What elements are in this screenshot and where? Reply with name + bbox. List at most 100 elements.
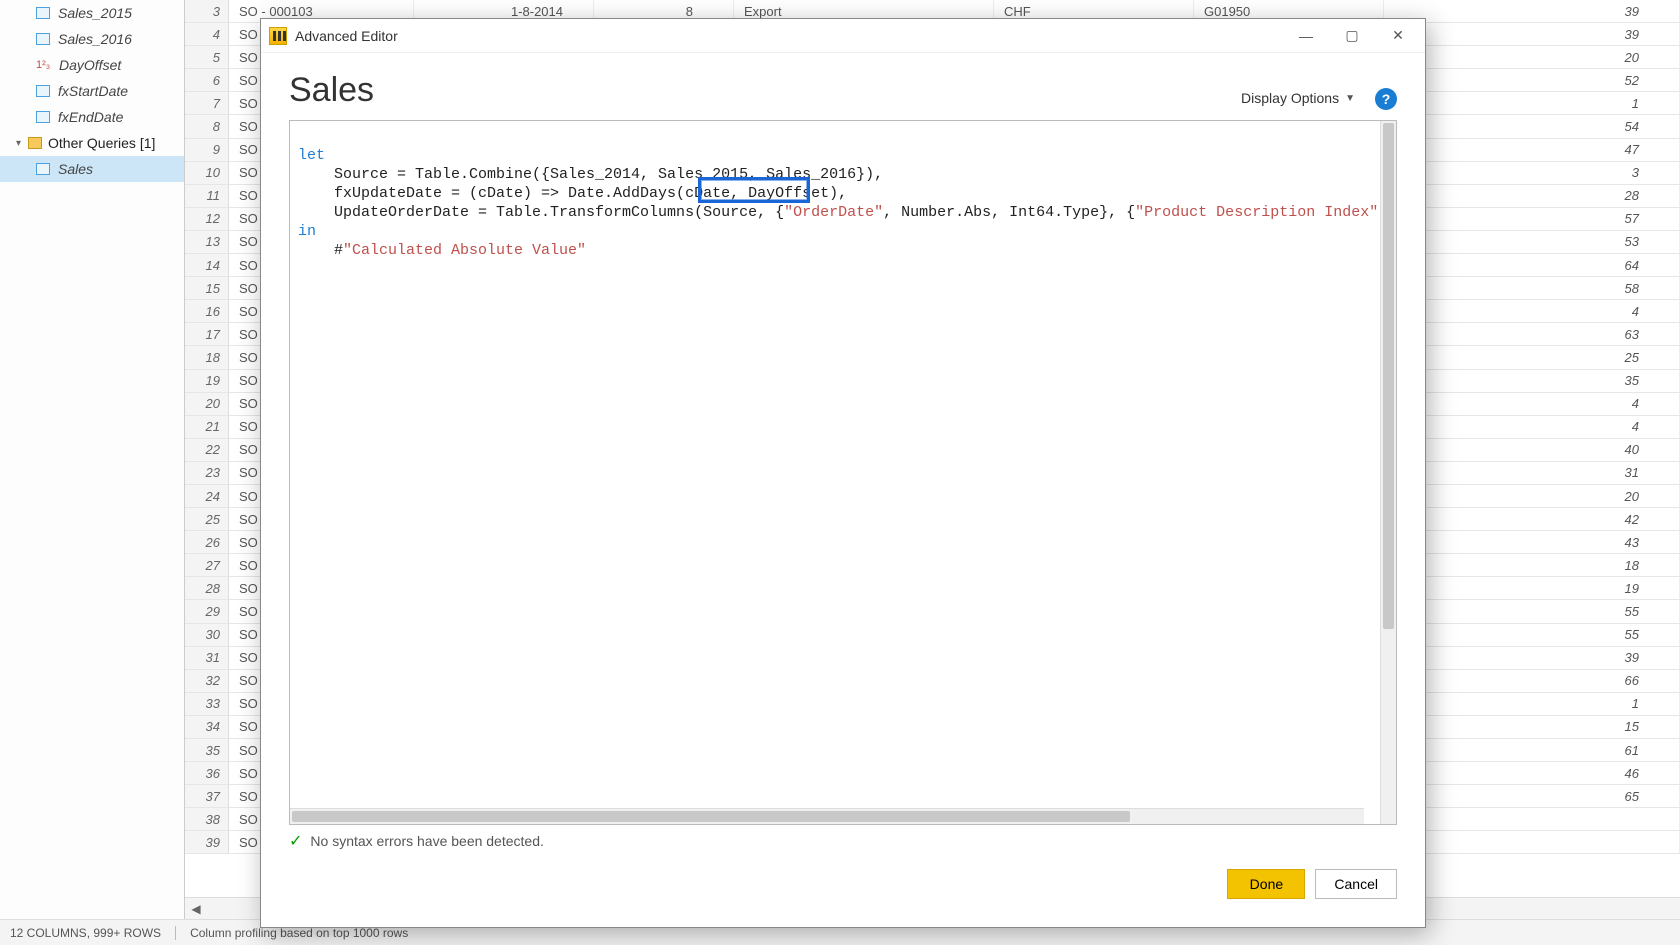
folder-icon <box>28 137 42 149</box>
done-button[interactable]: Done <box>1227 869 1305 899</box>
syntax-status: ✓ No syntax errors have been detected. <box>289 825 1397 855</box>
cell-num: 55 <box>1384 624 1680 646</box>
row-number: 28 <box>185 577 229 599</box>
row-number: 33 <box>185 693 229 715</box>
cell-num <box>1384 808 1680 830</box>
dialog-title: Advanced Editor <box>295 28 398 44</box>
cell-num: 20 <box>1384 46 1680 68</box>
chevron-down-icon: ▾ <box>16 138 26 149</box>
row-number: 21 <box>185 416 229 438</box>
cell-num: 40 <box>1384 439 1680 461</box>
row-number: 39 <box>185 831 229 853</box>
code-text: # <box>298 242 343 259</box>
chevron-down-icon: ▼ <box>1345 93 1355 104</box>
query-item-selected[interactable]: Sales <box>0 156 184 182</box>
check-icon: ✓ <box>289 831 302 851</box>
cell-num: 1 <box>1384 92 1680 114</box>
number-icon: 1²₃ <box>36 59 51 71</box>
row-number: 24 <box>185 485 229 507</box>
query-item[interactable]: Sales_2016 <box>0 26 184 52</box>
row-number: 22 <box>185 439 229 461</box>
row-number: 3 <box>185 0 229 22</box>
cell-num: 64 <box>1384 254 1680 276</box>
query-label: DayOffset <box>59 57 121 73</box>
cell-num: 55 <box>1384 600 1680 622</box>
code-keyword: in <box>298 223 316 240</box>
query-item[interactable]: Sales_2015 <box>0 0 184 26</box>
query-group[interactable]: ▾ Other Queries [1] <box>0 130 184 156</box>
row-number: 38 <box>185 808 229 830</box>
cell-num: 4 <box>1384 300 1680 322</box>
cell-num: 39 <box>1384 0 1680 22</box>
row-number: 5 <box>185 46 229 68</box>
row-number: 23 <box>185 462 229 484</box>
query-group-label: Other Queries [1] <box>48 135 155 151</box>
query-name-heading: Sales <box>289 71 1235 110</box>
row-number: 20 <box>185 393 229 415</box>
row-number: 34 <box>185 716 229 738</box>
row-number: 16 <box>185 300 229 322</box>
help-icon[interactable]: ? <box>1375 88 1397 110</box>
cell-num: 15 <box>1384 716 1680 738</box>
cancel-button[interactable]: Cancel <box>1315 869 1397 899</box>
code-vertical-scrollbar[interactable] <box>1380 121 1396 824</box>
cell-num: 3 <box>1384 162 1680 184</box>
query-label: fxStartDate <box>58 83 128 99</box>
row-number: 37 <box>185 785 229 807</box>
code-text: fxUpdateDate = (cDate) => Date.AddDays(c… <box>298 185 847 202</box>
cell-num: 35 <box>1384 370 1680 392</box>
code-editor[interactable]: let Source = Table.Combine({Sales_2014, … <box>289 120 1397 825</box>
row-number: 7 <box>185 92 229 114</box>
row-number: 27 <box>185 554 229 576</box>
table-icon <box>36 7 50 19</box>
query-item[interactable]: 1²₃ DayOffset <box>0 52 184 78</box>
query-label: Sales_2015 <box>58 5 132 21</box>
cell-num: 4 <box>1384 393 1680 415</box>
query-item[interactable]: fxStartDate <box>0 78 184 104</box>
cell-num: 65 <box>1384 785 1680 807</box>
code-text: , Number.Abs, Int64.Type}, { <box>883 204 1135 221</box>
table-icon <box>36 33 50 45</box>
cell-num: 61 <box>1384 739 1680 761</box>
code-text: UpdateOrderDate = Table.TransformColumns… <box>298 204 784 221</box>
row-number: 25 <box>185 508 229 530</box>
code-keyword: let <box>298 147 325 164</box>
cell-num: 25 <box>1384 346 1680 368</box>
cell-num: 47 <box>1384 139 1680 161</box>
cell-num: 58 <box>1384 277 1680 299</box>
cell-num: 54 <box>1384 115 1680 137</box>
row-number: 17 <box>185 323 229 345</box>
cell-num: 57 <box>1384 208 1680 230</box>
code-string: "Calculated Absolute Value" <box>343 242 586 259</box>
code-horizontal-scrollbar[interactable] <box>290 808 1364 824</box>
maximize-button[interactable]: ▢ <box>1329 19 1375 53</box>
cell-num: 39 <box>1384 647 1680 669</box>
code-string: "OrderDate" <box>784 204 883 221</box>
row-number: 19 <box>185 370 229 392</box>
row-number: 11 <box>185 185 229 207</box>
close-button[interactable]: ✕ <box>1375 19 1421 53</box>
table-icon <box>36 111 50 123</box>
query-label: Sales_2016 <box>58 31 132 47</box>
row-number: 30 <box>185 624 229 646</box>
row-number: 35 <box>185 739 229 761</box>
dialog-titlebar[interactable]: Advanced Editor — ▢ ✕ <box>261 19 1425 53</box>
scroll-left-icon[interactable]: ◀ <box>185 902 207 916</box>
row-number: 36 <box>185 762 229 784</box>
query-item[interactable]: fxEndDate <box>0 104 184 130</box>
cell-num <box>1384 831 1680 853</box>
display-options-label: Display Options <box>1241 90 1339 106</box>
query-label: fxEndDate <box>58 109 123 125</box>
cell-num: 39 <box>1384 23 1680 45</box>
row-number: 14 <box>185 254 229 276</box>
cell-num: 28 <box>1384 185 1680 207</box>
row-number: 6 <box>185 69 229 91</box>
cell-num: 4 <box>1384 416 1680 438</box>
cell-num: 20 <box>1384 485 1680 507</box>
row-number: 15 <box>185 277 229 299</box>
cell-num: 63 <box>1384 323 1680 345</box>
minimize-button[interactable]: — <box>1283 19 1329 53</box>
row-number: 32 <box>185 670 229 692</box>
display-options-dropdown[interactable]: Display Options ▼ <box>1235 86 1361 110</box>
cell-num: 53 <box>1384 231 1680 253</box>
